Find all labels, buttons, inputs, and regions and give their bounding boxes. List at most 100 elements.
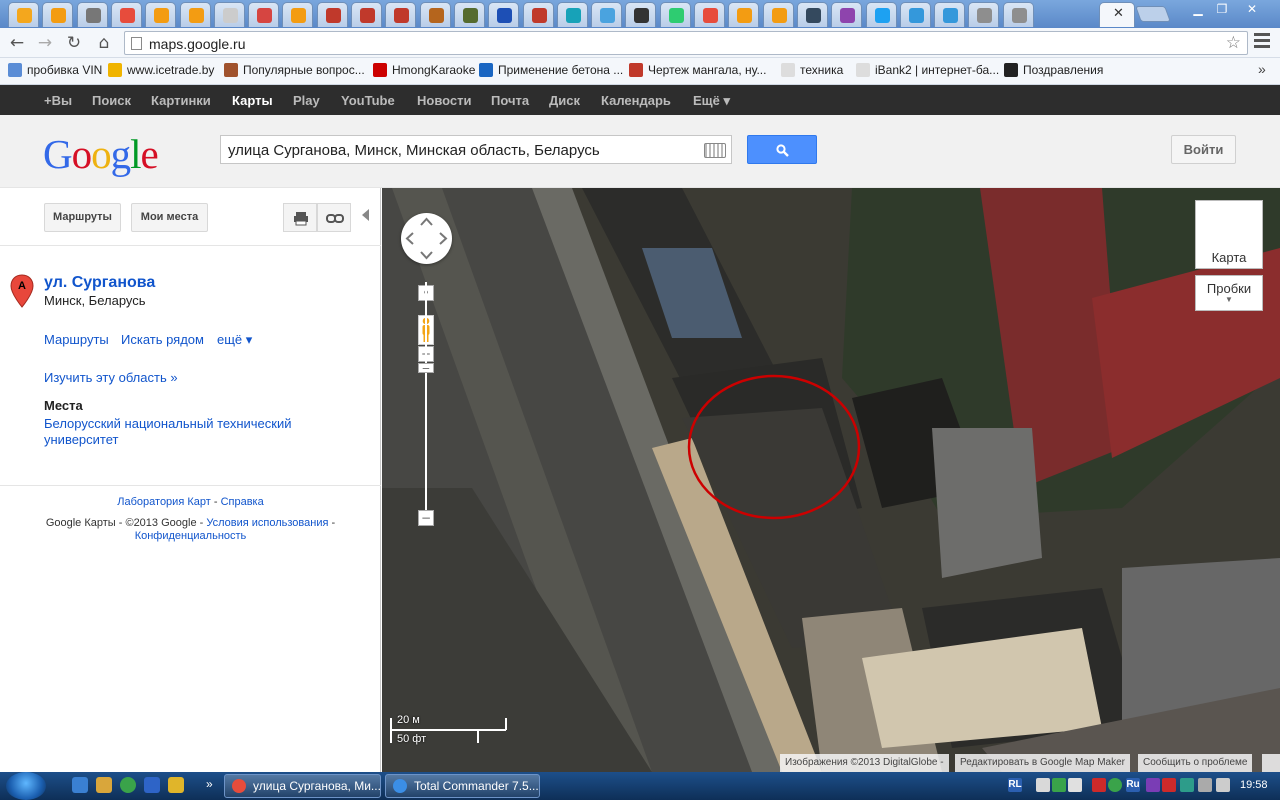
browser-tab[interactable] [522,2,554,27]
gbar-item[interactable]: Картинки [151,93,211,108]
search-input[interactable] [228,141,698,159]
tray-icon-7[interactable] [1162,778,1176,792]
browser-tab[interactable] [488,2,520,27]
browser-tab[interactable] [110,2,142,27]
gbar-item[interactable]: Календарь [601,93,671,108]
reload-icon[interactable]: ↻ [63,32,85,54]
volume-icon[interactable] [1216,778,1230,792]
bookmark-item[interactable]: пробивка VIN [8,63,102,80]
browser-tab[interactable] [762,2,794,27]
my-places-button[interactable]: Мои места [131,203,208,232]
close-window-icon[interactable]: ✕ [1240,2,1264,16]
lang-switch-icon[interactable]: Ru [1126,778,1140,792]
collapse-panel-icon[interactable] [362,209,369,221]
gbar-item[interactable]: +Вы [44,93,72,108]
browser-tab[interactable] [694,2,725,27]
browser-tab[interactable] [351,2,382,27]
routes-button[interactable]: Маршруты [44,203,121,232]
browser-tab[interactable] [899,2,931,27]
browser-tab[interactable] [1002,2,1034,27]
clock[interactable]: 19:58 [1240,779,1268,791]
ie-icon[interactable] [72,777,88,793]
gbar-item[interactable]: Новости [417,93,472,108]
bookmark-item[interactable]: Чертеж мангала, ну... [629,63,766,80]
gbar-item[interactable]: YouTube [341,93,395,108]
sign-in-button[interactable]: Войти [1171,135,1236,164]
map-view-button[interactable]: Карта [1195,200,1263,269]
browser-tab[interactable] [865,2,897,27]
browser-tab[interactable] [8,2,39,27]
satellite-map[interactable]: • + ‒ − Карта Пробки ▼ 20 м 50 фт Изобра… [382,188,1280,772]
browser-tab[interactable] [179,2,211,27]
browser-tab[interactable] [42,2,74,27]
browser-tab[interactable] [316,2,348,27]
close-tab-icon[interactable]: ✕ [1113,6,1124,21]
browser-tab[interactable] [625,2,657,27]
zoom-slider-rail[interactable] [425,282,427,520]
help-link[interactable]: Справка [221,496,264,508]
bookmark-item[interactable]: Популярные вопрос... [224,63,365,80]
browser-tab[interactable] [728,2,760,27]
gbar-item[interactable]: Ещё ▾ [693,93,730,109]
browser-tab[interactable] [934,2,966,27]
bookmark-item[interactable]: техника [781,63,843,80]
start-button[interactable] [6,772,46,800]
gbar-item[interactable]: Поиск [92,93,131,108]
taskbar-window-button[interactable]: улица Сурганова, Ми... [224,774,381,798]
browser-tab[interactable] [76,2,108,27]
browser-tab[interactable] [385,2,417,27]
back-arrow-icon[interactable]: ← [6,32,28,54]
browser-tab[interactable] [796,2,828,27]
edit-in-map-maker-link[interactable]: Редактировать в Google Map Maker [955,754,1130,772]
explorer-icon[interactable] [96,777,112,793]
address-bar[interactable]: maps.google.ru ☆ [124,31,1248,55]
browser-tab[interactable] [419,2,451,27]
report-problem-link[interactable]: Сообщить о проблеме [1138,754,1253,772]
taskbar-window-button[interactable]: Total Commander 7.5... [385,774,540,798]
tray-icon-4[interactable] [1092,778,1106,792]
place-routes-link[interactable]: Маршруты [44,332,109,347]
keyboard-icon[interactable] [704,143,726,158]
browser-tab[interactable] [453,2,485,27]
gbar-item[interactable]: Карты [232,93,273,108]
terms-link[interactable]: Условия использования [206,517,328,529]
browser-tab[interactable] [213,2,245,27]
gbar-item[interactable]: Диск [549,93,580,108]
gbar-item[interactable]: Play [293,93,320,108]
bookmark-item[interactable]: iBank2 | интернет-ба... [856,63,999,80]
browser-tab[interactable] [556,2,588,27]
search-nearby-link[interactable]: Искать рядом [121,332,204,347]
bookmark-item[interactable]: HmongKaraoke [373,63,475,80]
browser-tab[interactable] [659,2,691,27]
place-result-link-line2[interactable]: университет [44,432,118,447]
tray-icon-1[interactable] [1036,778,1050,792]
search-box[interactable] [220,135,732,164]
maximize-icon[interactable]: ❐ [1210,2,1234,16]
active-browser-tab[interactable]: ✕ [1099,2,1135,27]
browser-tab[interactable] [145,2,177,27]
google-logo[interactable]: Google [43,130,159,178]
home-icon[interactable]: ⌂ [93,32,115,54]
privacy-link[interactable]: Конфиденциальность [135,530,247,542]
chrome-icon[interactable] [120,777,136,793]
lang-indicator[interactable]: RL [1008,778,1022,792]
browser-tab[interactable] [248,2,280,27]
traffic-dropdown[interactable]: Пробки ▼ [1195,275,1263,311]
browser-tab[interactable] [831,2,863,27]
bookmarks-overflow-icon[interactable]: » [1258,61,1266,77]
tray-icon-3[interactable] [1068,778,1082,792]
browser-tab[interactable] [282,2,314,27]
browser-tab[interactable] [591,2,623,27]
bookmark-item[interactable]: Применение бетона ... [479,63,623,80]
browser-menu-icon[interactable] [1254,33,1270,51]
tray-icon-2[interactable] [1052,778,1066,792]
pan-control[interactable] [401,213,452,264]
app-icon[interactable] [168,777,184,793]
link-button[interactable] [317,203,351,232]
maps-lab-link[interactable]: Лаборатория Карт [117,496,211,508]
place-name-link[interactable]: ул. Сурганова [44,274,155,292]
resize-corner-icon[interactable] [1262,754,1280,772]
search-button[interactable] [747,135,817,164]
bookmark-item[interactable]: www.icetrade.by [108,63,214,80]
url-text[interactable]: maps.google.ru [149,36,246,52]
